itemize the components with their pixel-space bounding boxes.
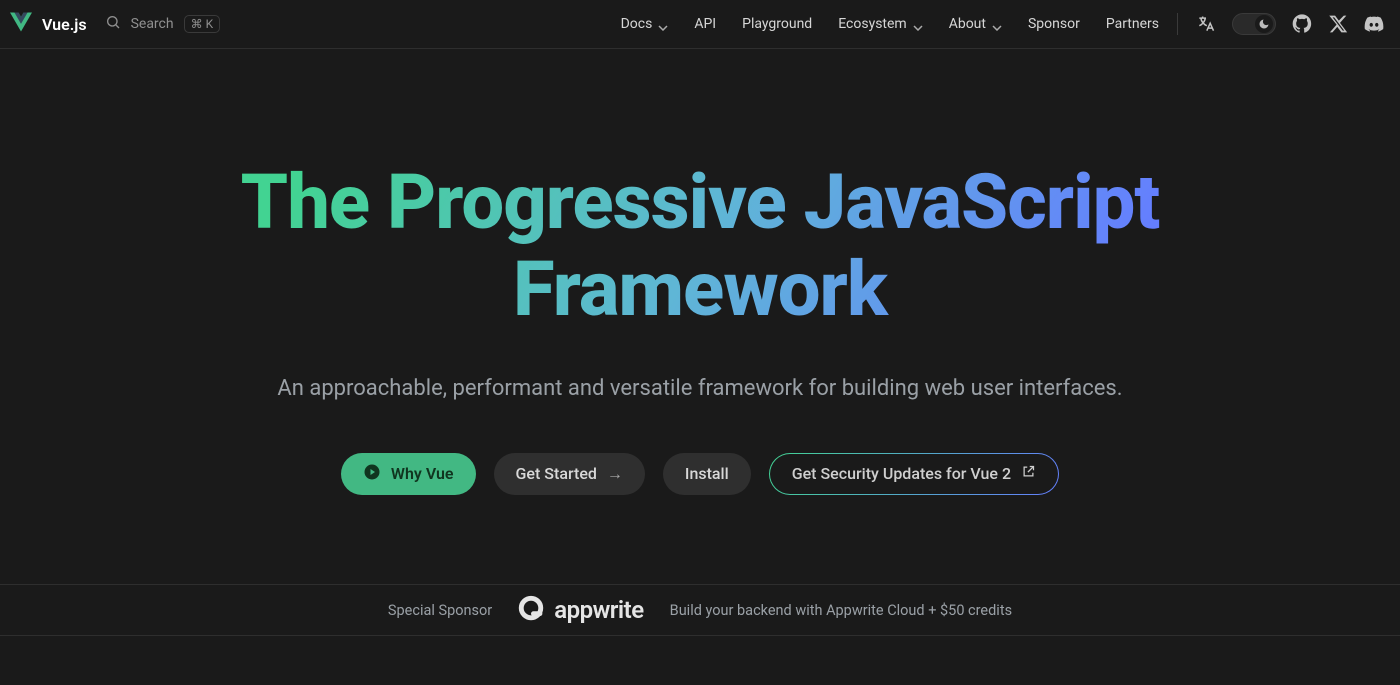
- nav-divider: [1177, 13, 1178, 35]
- nav-partners[interactable]: Partners: [1106, 16, 1159, 32]
- nav-api-label: API: [694, 16, 716, 32]
- search-placeholder: Search: [131, 16, 174, 32]
- moon-icon: [1255, 15, 1273, 33]
- discord-link[interactable]: [1364, 14, 1384, 34]
- nav-docs[interactable]: Docs: [621, 16, 669, 32]
- nav-sponsor[interactable]: Sponsor: [1028, 16, 1080, 32]
- vue2-security-button[interactable]: Get Security Updates for Vue 2: [769, 453, 1059, 495]
- search-shortcut: ⌘ K: [184, 15, 221, 33]
- chevron-down-icon: [913, 19, 923, 29]
- get-started-label: Get Started: [516, 464, 597, 483]
- x-twitter-link[interactable]: [1328, 14, 1348, 34]
- nav-about-label: About: [949, 16, 986, 32]
- search-icon: [105, 14, 121, 34]
- hero-actions: Why Vue Get Started → Install Get Securi…: [0, 453, 1400, 495]
- github-link[interactable]: [1292, 14, 1312, 34]
- nav-api[interactable]: API: [694, 16, 716, 32]
- sponsor-name: appwrite: [554, 596, 643, 624]
- hero: The Progressive JavaScript Framework An …: [0, 49, 1400, 495]
- arrow-right-icon: →: [607, 464, 623, 484]
- chevron-down-icon: [992, 19, 1002, 29]
- primary-nav: Docs API Playground Ecosystem About Spon…: [621, 16, 1159, 32]
- install-button[interactable]: Install: [663, 453, 751, 495]
- nav-sponsor-label: Sponsor: [1028, 16, 1080, 32]
- top-navbar: Vue.js Search ⌘ K Docs API Playground Ec…: [0, 0, 1400, 49]
- why-vue-button[interactable]: Why Vue: [341, 453, 476, 495]
- search-trigger[interactable]: Search ⌘ K: [105, 14, 221, 34]
- nav-playground-label: Playground: [742, 16, 812, 32]
- sponsor-logo: appwrite: [518, 595, 643, 625]
- external-link-icon: [1021, 464, 1036, 483]
- brand-name: Vue.js: [42, 15, 87, 34]
- nav-about[interactable]: About: [949, 16, 1002, 32]
- vue-logo-icon: [10, 11, 32, 37]
- sponsor-label: Special Sponsor: [388, 602, 492, 619]
- nav-playground[interactable]: Playground: [742, 16, 812, 32]
- why-vue-label: Why Vue: [391, 464, 454, 483]
- vue2-security-label: Get Security Updates for Vue 2: [792, 464, 1011, 483]
- get-started-button[interactable]: Get Started →: [494, 453, 645, 495]
- translate-button[interactable]: [1196, 14, 1216, 34]
- theme-toggle[interactable]: [1232, 13, 1276, 35]
- play-circle-icon: [363, 463, 381, 485]
- nav-ecosystem[interactable]: Ecosystem: [838, 16, 923, 32]
- brand-link[interactable]: Vue.js: [10, 11, 87, 37]
- hero-tagline: An approachable, performant and versatil…: [0, 376, 1400, 401]
- hero-headline: The Progressive JavaScript Framework: [200, 159, 1200, 334]
- nav-utility: [1196, 13, 1384, 35]
- appwrite-icon: [518, 595, 544, 625]
- chevron-down-icon: [658, 19, 668, 29]
- sponsor-blurb: Build your backend with Appwrite Cloud +…: [670, 602, 1012, 619]
- nav-docs-label: Docs: [621, 16, 653, 32]
- install-label: Install: [685, 464, 729, 483]
- nav-ecosystem-label: Ecosystem: [838, 16, 907, 32]
- sponsor-strip[interactable]: Special Sponsor appwrite Build your back…: [0, 584, 1400, 636]
- nav-partners-label: Partners: [1106, 16, 1159, 32]
